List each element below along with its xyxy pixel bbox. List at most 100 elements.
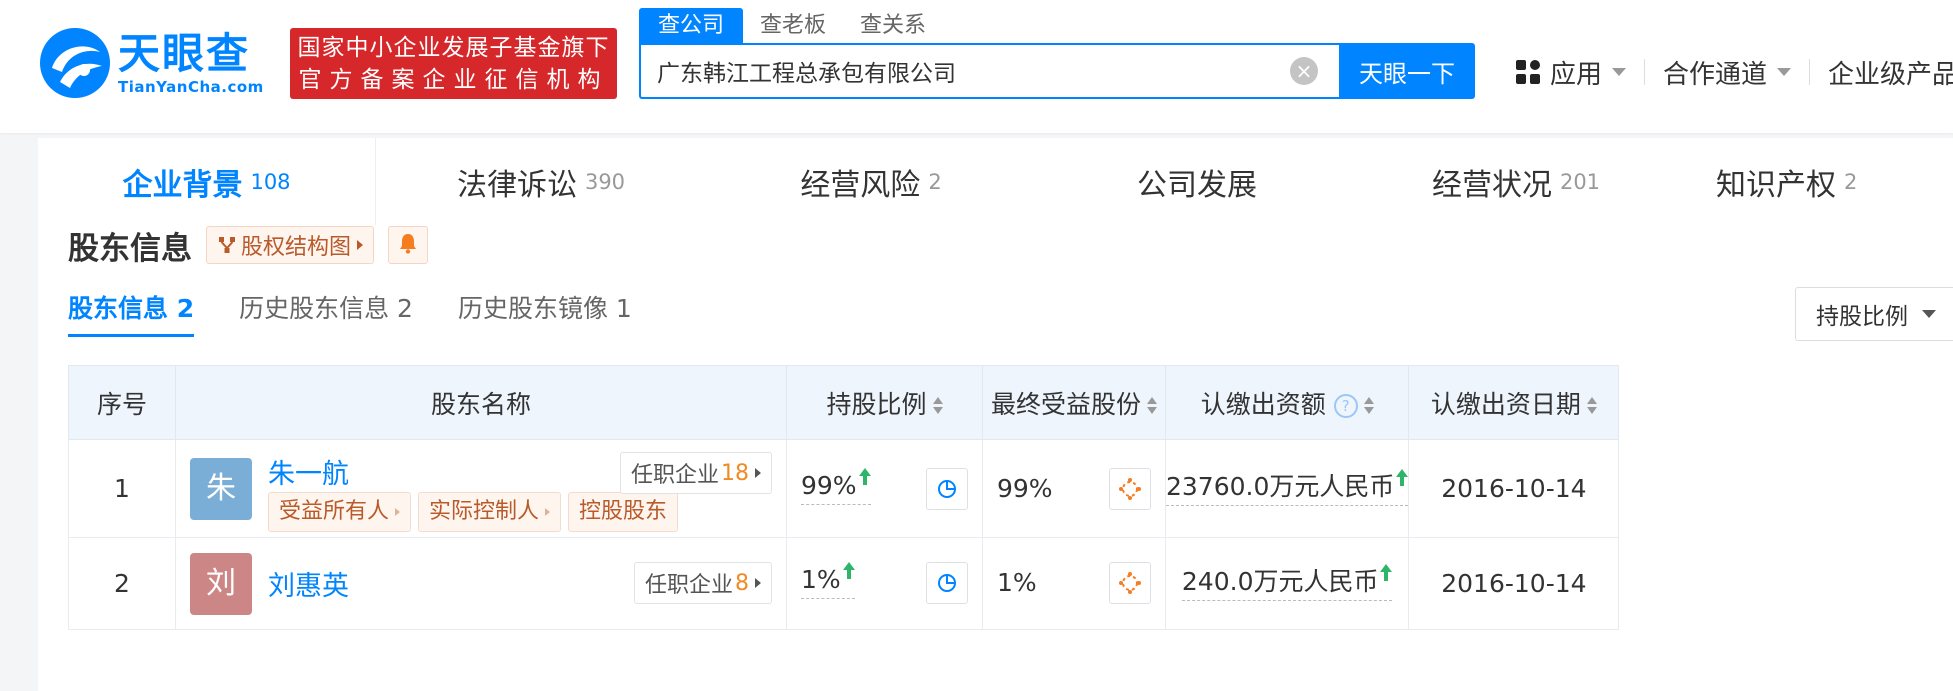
post-companies-button[interactable]: 任职企业 8 bbox=[633, 562, 772, 604]
table-row: 2 刘 刘惠英 任职企业 8 1% 1% 240.0万元人民币 2016-10-… bbox=[68, 537, 1620, 630]
tab-background[interactable]: 企业背景 108 bbox=[38, 138, 376, 225]
logo-english-name: TianYanCha.com bbox=[118, 78, 264, 96]
search-input[interactable] bbox=[657, 45, 1257, 97]
post-count: 8 bbox=[735, 570, 749, 596]
tab-risk[interactable]: 经营风险 2 bbox=[706, 138, 1036, 225]
shareholder-link[interactable]: 刘惠英 bbox=[268, 564, 349, 603]
monitor-bell-button[interactable] bbox=[388, 226, 429, 264]
tab-ip[interactable]: 知识产权 2 bbox=[1666, 138, 1953, 225]
sort-icon[interactable] bbox=[1363, 396, 1374, 415]
trend-up-icon bbox=[1380, 563, 1393, 582]
ratio-value[interactable]: 1% bbox=[801, 562, 855, 599]
nav-partner[interactable]: 合作通道 bbox=[1663, 54, 1792, 91]
pie-chart-icon bbox=[938, 574, 956, 592]
section-header: 股东信息 股权结构图 bbox=[68, 225, 429, 267]
pie-chart-button[interactable] bbox=[926, 562, 968, 604]
nav-apps[interactable]: 应用 bbox=[1516, 54, 1627, 91]
search-tab-relation[interactable]: 查关系 bbox=[843, 8, 943, 43]
pie-chart-button[interactable] bbox=[926, 468, 968, 510]
clear-search-icon[interactable]: × bbox=[1290, 57, 1318, 85]
chevron-down-icon bbox=[1922, 310, 1936, 318]
row-capital-cell: 23760.0万元人民币 bbox=[1164, 439, 1410, 538]
col-date[interactable]: 认缴出资日期 bbox=[1408, 365, 1620, 440]
post-count: 18 bbox=[721, 460, 749, 486]
caret-right-icon bbox=[395, 508, 401, 516]
col-ratio[interactable]: 持股比例 bbox=[786, 365, 983, 440]
capital-value[interactable]: 23760.0万元人民币 bbox=[1166, 468, 1409, 506]
nav-enterprise-label: 企业级产品 bbox=[1828, 59, 1953, 90]
penetration-button[interactable] bbox=[1109, 468, 1151, 510]
search-tab-company[interactable]: 查公司 bbox=[639, 8, 744, 43]
search-box: × bbox=[639, 43, 1339, 99]
sort-select-value: 持股比例 bbox=[1816, 304, 1908, 330]
table-row: 1 朱 朱一航 受益所有人 实际控制人 控股股东 任职企业 18 99% 99%… bbox=[68, 439, 1620, 538]
final-value: 99% bbox=[997, 474, 1053, 503]
sort-icon[interactable] bbox=[932, 396, 943, 415]
row-date: 2016-10-14 bbox=[1408, 537, 1620, 630]
post-companies-button[interactable]: 任职企业 18 bbox=[619, 452, 772, 494]
nav-enterprise[interactable]: 企业级产品 bbox=[1828, 54, 1953, 91]
site-logo[interactable]: 天眼查 TianYanCha.com bbox=[38, 26, 264, 100]
trend-up-icon bbox=[842, 562, 855, 580]
row-seq: 2 bbox=[68, 537, 176, 630]
tab-development[interactable]: 公司发展 bbox=[1036, 138, 1366, 225]
trend-up-icon bbox=[858, 468, 871, 486]
pie-chart-icon bbox=[938, 480, 956, 498]
capital-text: 240.0万元人民币 bbox=[1181, 566, 1379, 596]
section-title: 股东信息 bbox=[68, 230, 192, 267]
tab-operation[interactable]: 经营状况 201 bbox=[1366, 138, 1666, 225]
shareholder-link[interactable]: 朱一航 bbox=[268, 452, 349, 491]
tab-count: 2 bbox=[928, 169, 942, 194]
search-tab-boss[interactable]: 查老板 bbox=[743, 8, 843, 43]
row-name-cell: 刘 刘惠英 任职企业 8 bbox=[175, 537, 787, 630]
equity-structure-button[interactable]: 股权结构图 bbox=[206, 226, 375, 264]
ratio-value[interactable]: 99% bbox=[801, 468, 871, 505]
search-button[interactable]: 天眼一下 bbox=[1339, 43, 1475, 99]
col-final-label: 最终受益股份 bbox=[990, 389, 1141, 419]
tag-label: 受益所有人 bbox=[279, 499, 390, 524]
penetration-button[interactable] bbox=[1109, 562, 1151, 604]
tab-label: 经营风险 bbox=[800, 167, 921, 203]
sub-tab-current[interactable]: 股东信息 2 bbox=[68, 287, 195, 337]
tag-beneficiary[interactable]: 受益所有人 bbox=[268, 492, 412, 532]
row-ratio-cell: 99% bbox=[786, 439, 983, 538]
help-icon[interactable]: ? bbox=[1333, 393, 1358, 418]
sort-icon[interactable] bbox=[1586, 396, 1597, 415]
row-capital-cell: 240.0万元人民币 bbox=[1164, 537, 1410, 630]
sort-icon[interactable] bbox=[1147, 396, 1157, 415]
table-header-row: 序号 股东名称 持股比例 最终受益股份 认缴出资额? 认缴出资日期 bbox=[68, 365, 1620, 440]
caret-right-icon bbox=[545, 508, 551, 516]
row-ratio-cell: 1% bbox=[786, 537, 983, 630]
tag-label: 实际控制人 bbox=[429, 499, 540, 524]
chevron-down-icon bbox=[1612, 68, 1627, 76]
col-date-label: 认缴出资日期 bbox=[1430, 389, 1581, 419]
row-date: 2016-10-14 bbox=[1408, 439, 1620, 538]
chevron-down-icon bbox=[1777, 68, 1792, 76]
caret-right-icon bbox=[357, 240, 364, 250]
tianyancha-logo-icon bbox=[38, 26, 112, 100]
bell-icon bbox=[398, 232, 418, 258]
gov-badge-line1: 国家中小企业发展子基金旗下 bbox=[297, 34, 610, 61]
sub-tab-mirror[interactable]: 历史股东镜像 1 bbox=[458, 287, 632, 337]
category-tabs: 企业背景 108 法律诉讼 390 经营风险 2 公司发展 经营状况 201 知… bbox=[38, 138, 1953, 225]
tab-legal[interactable]: 法律诉讼 390 bbox=[376, 138, 706, 225]
caret-right-icon bbox=[755, 578, 761, 588]
tab-label: 公司发展 bbox=[1137, 167, 1257, 203]
row-final-cell: 1% bbox=[982, 537, 1166, 630]
government-badge: 国家中小企业发展子基金旗下 官方备案企业征信机构 bbox=[290, 28, 617, 99]
avatar: 刘 bbox=[190, 553, 252, 615]
capital-value[interactable]: 240.0万元人民币 bbox=[1181, 563, 1393, 601]
col-capital[interactable]: 认缴出资额? bbox=[1164, 365, 1410, 440]
col-final[interactable]: 最终受益股份 bbox=[982, 365, 1166, 440]
equity-structure-label: 股权结构图 bbox=[241, 235, 352, 260]
sort-select[interactable]: 持股比例 bbox=[1795, 287, 1953, 341]
sub-tab-history[interactable]: 历史股东信息 2 bbox=[239, 287, 413, 337]
nav-apps-label: 应用 bbox=[1550, 59, 1603, 90]
col-seq: 序号 bbox=[68, 365, 176, 440]
ratio-text: 1% bbox=[801, 565, 841, 594]
apps-grid-icon bbox=[1516, 60, 1540, 84]
penetration-icon bbox=[1119, 478, 1141, 500]
post-label: 任职企业 bbox=[644, 573, 733, 598]
final-value: 1% bbox=[997, 568, 1037, 597]
tag-controller[interactable]: 实际控制人 bbox=[418, 492, 562, 532]
